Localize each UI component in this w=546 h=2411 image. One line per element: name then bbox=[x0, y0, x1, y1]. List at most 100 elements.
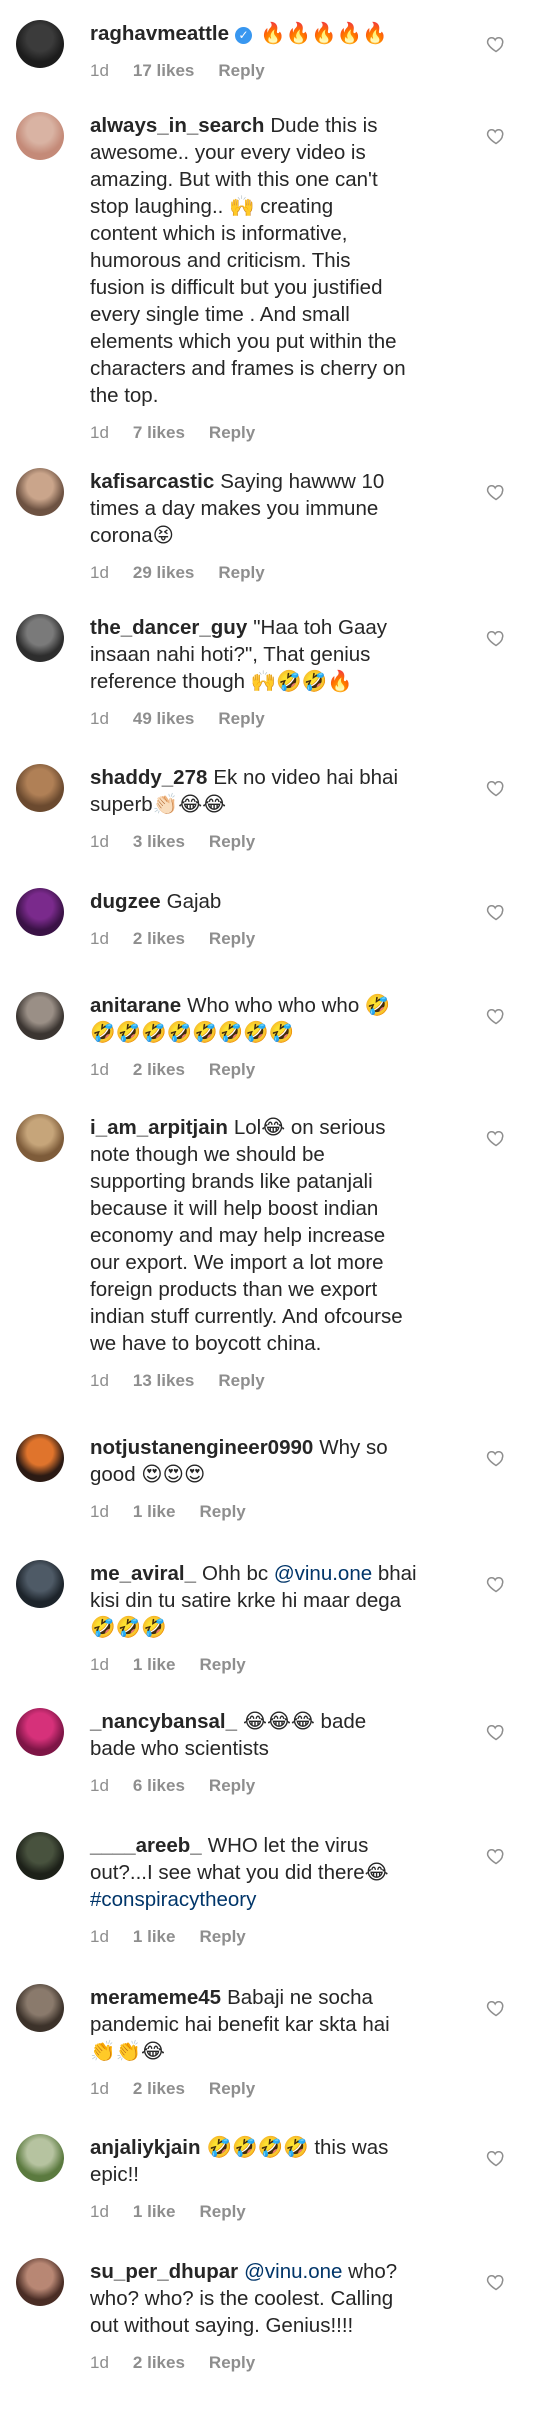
comment-username[interactable]: shaddy_278 bbox=[90, 766, 207, 789]
comment-message: Lol😂 on serious note though we should be… bbox=[90, 1116, 403, 1355]
mention-link[interactable]: #conspiracytheory bbox=[90, 1888, 256, 1911]
comment-username[interactable]: notjustanengineer0990 bbox=[90, 1436, 313, 1459]
comment-likes[interactable]: 3 likes bbox=[133, 832, 185, 851]
heart-outline-icon[interactable] bbox=[486, 628, 506, 648]
avatar[interactable] bbox=[16, 1708, 64, 1756]
comments-list: raghavmeattle ✓ 🔥🔥🔥🔥🔥 1d 17 likes Reply always… bbox=[0, 0, 546, 2411]
comment-likes[interactable]: 7 likes bbox=[133, 423, 185, 442]
heart-outline-icon[interactable] bbox=[486, 34, 506, 54]
comment-likes[interactable]: 1 like bbox=[133, 1927, 176, 1946]
comment-meta: 1d 49 likes Reply bbox=[90, 709, 482, 729]
comment-username[interactable]: always_in_search bbox=[90, 114, 264, 137]
comment-username[interactable]: dugzee bbox=[90, 890, 161, 913]
reply-button[interactable]: Reply bbox=[209, 2079, 255, 2098]
comment-message: Dude this is awesome.. your every video … bbox=[90, 114, 406, 407]
reply-button[interactable]: Reply bbox=[199, 1927, 245, 1946]
reply-button[interactable]: Reply bbox=[199, 1502, 245, 1521]
avatar[interactable] bbox=[16, 992, 64, 1040]
heart-outline-icon[interactable] bbox=[486, 1448, 506, 1468]
comment-message: Gajab bbox=[166, 890, 222, 913]
comment-likes[interactable]: 1 like bbox=[133, 1655, 176, 1674]
comment-username[interactable]: su_per_dhupar bbox=[90, 2260, 238, 2283]
heart-outline-icon[interactable] bbox=[486, 902, 506, 922]
comment-likes[interactable]: 17 likes bbox=[133, 61, 194, 80]
comment-text: the_dancer_guy "Haa toh Gaay insaan nahi … bbox=[90, 614, 482, 695]
heart-outline-icon[interactable] bbox=[486, 1998, 506, 2018]
avatar[interactable] bbox=[16, 1560, 64, 1608]
reply-button[interactable]: Reply bbox=[209, 423, 255, 442]
comment-likes[interactable]: 1 like bbox=[133, 2202, 176, 2221]
avatar[interactable] bbox=[16, 888, 64, 936]
comment-time: 1d bbox=[90, 2353, 109, 2372]
mention-link[interactable]: @vinu.one bbox=[274, 1562, 372, 1585]
mention-link[interactable]: @vinu.one bbox=[244, 2260, 342, 2283]
comment-text: _nancybansal_ 😂😂😂 bade bade who scientist… bbox=[90, 1708, 482, 1762]
heart-outline-icon[interactable] bbox=[486, 1128, 506, 1148]
comment-likes[interactable]: 1 like bbox=[133, 1502, 176, 1521]
comment-username[interactable]: me_aviral_ bbox=[90, 1562, 196, 1585]
comment-meta: 1d 13 likes Reply bbox=[90, 1371, 482, 1391]
comment-time: 1d bbox=[90, 423, 109, 442]
heart-outline-icon[interactable] bbox=[486, 1006, 506, 1026]
comment-time: 1d bbox=[90, 832, 109, 851]
reply-button[interactable]: Reply bbox=[199, 2202, 245, 2221]
heart-outline-icon[interactable] bbox=[486, 126, 506, 146]
avatar[interactable] bbox=[16, 468, 64, 516]
comment-username[interactable]: the_dancer_guy bbox=[90, 616, 247, 639]
avatar[interactable] bbox=[16, 1434, 64, 1482]
heart-outline-icon[interactable] bbox=[486, 1846, 506, 1866]
avatar[interactable] bbox=[16, 1832, 64, 1880]
comment-text: anitarane Who who who who 🤣 🤣🤣🤣🤣🤣🤣🤣🤣 bbox=[90, 992, 482, 1046]
heart-outline-icon[interactable] bbox=[486, 2148, 506, 2168]
comment-time: 1d bbox=[90, 1655, 109, 1674]
comment-text: merameme45 Babaji ne socha pandemic hai b… bbox=[90, 1984, 482, 2065]
comment-username[interactable]: ____areeb_ bbox=[90, 1834, 202, 1857]
reply-button[interactable]: Reply bbox=[218, 563, 264, 582]
reply-button[interactable]: Reply bbox=[218, 61, 264, 80]
heart-outline-icon[interactable] bbox=[486, 482, 506, 502]
avatar[interactable] bbox=[16, 1984, 64, 2032]
heart-outline-icon[interactable] bbox=[486, 2272, 506, 2292]
heart-outline-icon[interactable] bbox=[486, 1722, 506, 1742]
comment-username[interactable]: merameme45 bbox=[90, 1986, 221, 2009]
comment-meta: 1d 17 likes Reply bbox=[90, 61, 482, 81]
comment-text: always_in_search Dude this is awesome.. y… bbox=[90, 112, 482, 409]
comment-likes[interactable]: 49 likes bbox=[133, 709, 194, 728]
comment-likes[interactable]: 6 likes bbox=[133, 1776, 185, 1795]
comment-username[interactable]: i_am_arpitjain bbox=[90, 1116, 228, 1139]
avatar[interactable] bbox=[16, 112, 64, 160]
reply-button[interactable]: Reply bbox=[199, 1655, 245, 1674]
heart-outline-icon[interactable] bbox=[486, 778, 506, 798]
comment-likes[interactable]: 2 likes bbox=[133, 929, 185, 948]
reply-button[interactable]: Reply bbox=[209, 1060, 255, 1079]
reply-button[interactable]: Reply bbox=[209, 929, 255, 948]
comment-meta: 1d 1 like Reply bbox=[90, 1927, 482, 1947]
comment-time: 1d bbox=[90, 2202, 109, 2221]
avatar[interactable] bbox=[16, 2258, 64, 2306]
comment-username[interactable]: kafisarcastic bbox=[90, 470, 214, 493]
comment-likes[interactable]: 13 likes bbox=[133, 1371, 194, 1390]
comment-username[interactable]: _nancybansal_ bbox=[90, 1710, 237, 1733]
comment-meta: 1d 2 likes Reply bbox=[90, 2353, 482, 2373]
avatar[interactable] bbox=[16, 764, 64, 812]
reply-button[interactable]: Reply bbox=[209, 1776, 255, 1795]
reply-button[interactable]: Reply bbox=[209, 832, 255, 851]
comment-username[interactable]: anjaliykjain bbox=[90, 2136, 201, 2159]
comment-meta: 1d 6 likes Reply bbox=[90, 1776, 482, 1796]
comment-username[interactable]: anitarane bbox=[90, 994, 181, 1017]
comment-username[interactable]: raghavmeattle bbox=[90, 22, 229, 45]
comment-text: notjustanengineer0990 Why so good 😍😍😍 bbox=[90, 1434, 482, 1488]
heart-outline-icon[interactable] bbox=[486, 1574, 506, 1594]
comment-likes[interactable]: 2 likes bbox=[133, 1060, 185, 1079]
avatar[interactable] bbox=[16, 614, 64, 662]
comment-time: 1d bbox=[90, 1371, 109, 1390]
comment-likes[interactable]: 2 likes bbox=[133, 2353, 185, 2372]
reply-button[interactable]: Reply bbox=[209, 2353, 255, 2372]
reply-button[interactable]: Reply bbox=[218, 709, 264, 728]
avatar[interactable] bbox=[16, 2134, 64, 2182]
avatar[interactable] bbox=[16, 1114, 64, 1162]
reply-button[interactable]: Reply bbox=[218, 1371, 264, 1390]
comment-likes[interactable]: 29 likes bbox=[133, 563, 194, 582]
comment-likes[interactable]: 2 likes bbox=[133, 2079, 185, 2098]
avatar[interactable] bbox=[16, 20, 64, 68]
